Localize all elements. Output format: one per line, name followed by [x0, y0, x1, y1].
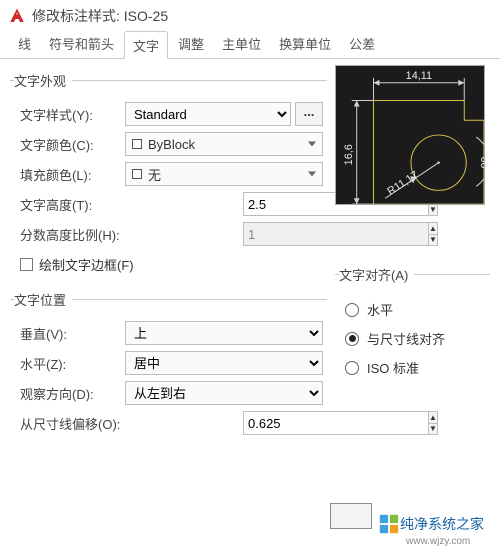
text-style-browse-button[interactable]: ... [295, 102, 323, 126]
dialog-button[interactable] [330, 503, 372, 529]
preview-dim-left: 16,6 [343, 144, 355, 165]
align-horizontal-label: 水平 [367, 300, 393, 319]
watermark: 纯净系统之家 [378, 513, 484, 535]
offset-label: 从尺寸线偏移(O): [20, 414, 180, 433]
watermark-logo-icon [378, 513, 400, 535]
preview-dim-radius: R11,17 [385, 169, 420, 198]
text-color-label: 文字颜色(C): [20, 135, 125, 154]
watermark-text: 纯净系统之家 [400, 514, 484, 534]
fill-color-value: 无 [148, 165, 161, 184]
align-horizontal-indicator[interactable] [345, 303, 359, 317]
group-text-appearance: 文字外观 文字样式(Y): Standard ... 文字颜色(C): ByBl… [10, 71, 327, 284]
group-text-alignment-legend: 文字对齐(A) [339, 265, 414, 284]
view-direction-label: 观察方向(D): [20, 384, 125, 403]
watermark-url: www.wjzy.com [406, 536, 470, 547]
horizontal-select[interactable]: 居中 [125, 351, 323, 375]
align-dimline-radio[interactable]: 与尺寸线对齐 [345, 329, 486, 348]
fill-color-select[interactable]: 无 [125, 162, 323, 186]
preview-dim-angle: 60° [478, 156, 484, 172]
text-height-label: 文字高度(T): [20, 195, 125, 214]
group-text-alignment: 文字对齐(A) 水平 与尺寸线对齐 ISO 标准 [335, 265, 490, 389]
text-color-select[interactable]: ByBlock [125, 132, 323, 156]
text-color-value: ByBlock [148, 137, 195, 152]
align-iso-indicator[interactable] [345, 361, 359, 375]
tab-alt-units[interactable]: 换算单位 [271, 30, 339, 58]
group-text-position: 文字位置 垂直(V): 上 水平(Z): 居中 观察方向(D): [10, 290, 327, 443]
fraction-scale-spinner[interactable]: ▲ ▼ [243, 222, 323, 246]
group-text-appearance-legend: 文字外观 [14, 71, 72, 90]
tab-tolerance[interactable]: 公差 [341, 30, 383, 58]
tab-primary-units[interactable]: 主单位 [214, 30, 269, 58]
horizontal-label: 水平(Z): [20, 354, 125, 373]
fraction-scale-label: 分数高度比例(H): [20, 225, 125, 244]
draw-border-box[interactable] [20, 258, 33, 271]
align-horizontal-radio[interactable]: 水平 [345, 300, 486, 319]
tab-symbols[interactable]: 符号和箭头 [41, 30, 122, 58]
tab-lines[interactable]: 线 [10, 30, 39, 58]
align-iso-radio[interactable]: ISO 标准 [345, 358, 486, 377]
tab-strip: 线 符号和箭头 文字 调整 主单位 换算单位 公差 [0, 30, 500, 59]
content-area: 文字外观 文字样式(Y): Standard ... 文字颜色(C): ByBl… [0, 59, 500, 453]
tab-adjust[interactable]: 调整 [170, 30, 212, 58]
tab-text[interactable]: 文字 [124, 31, 168, 59]
align-iso-label: ISO 标准 [367, 358, 419, 377]
text-color-swatch [132, 139, 142, 149]
vertical-label: 垂直(V): [20, 324, 125, 343]
preview-dim-top: 14,11 [406, 70, 432, 82]
text-style-select[interactable]: Standard [125, 102, 291, 126]
text-height-spinner[interactable]: ▲ ▼ [243, 192, 323, 216]
app-icon [8, 7, 26, 25]
fill-color-swatch [132, 169, 142, 179]
fill-color-label: 填充颜色(L): [20, 165, 125, 184]
window-title: 修改标注样式: ISO-25 [32, 6, 168, 26]
dimension-preview: 14,11 16,6 R11,17 60° [335, 65, 485, 205]
align-dimline-label: 与尺寸线对齐 [367, 329, 445, 348]
view-direction-select[interactable]: 从左到右 [125, 381, 323, 405]
align-dimline-indicator[interactable] [345, 332, 359, 346]
group-text-position-legend: 文字位置 [14, 290, 72, 309]
vertical-select[interactable]: 上 [125, 321, 323, 345]
offset-spinner[interactable]: ▲ ▼ [243, 411, 323, 435]
draw-border-checkbox[interactable]: 绘制文字边框(F) [20, 255, 134, 274]
text-style-label: 文字样式(Y): [20, 105, 125, 124]
title-bar: 修改标注样式: ISO-25 [0, 0, 500, 30]
draw-border-label: 绘制文字边框(F) [39, 255, 134, 274]
